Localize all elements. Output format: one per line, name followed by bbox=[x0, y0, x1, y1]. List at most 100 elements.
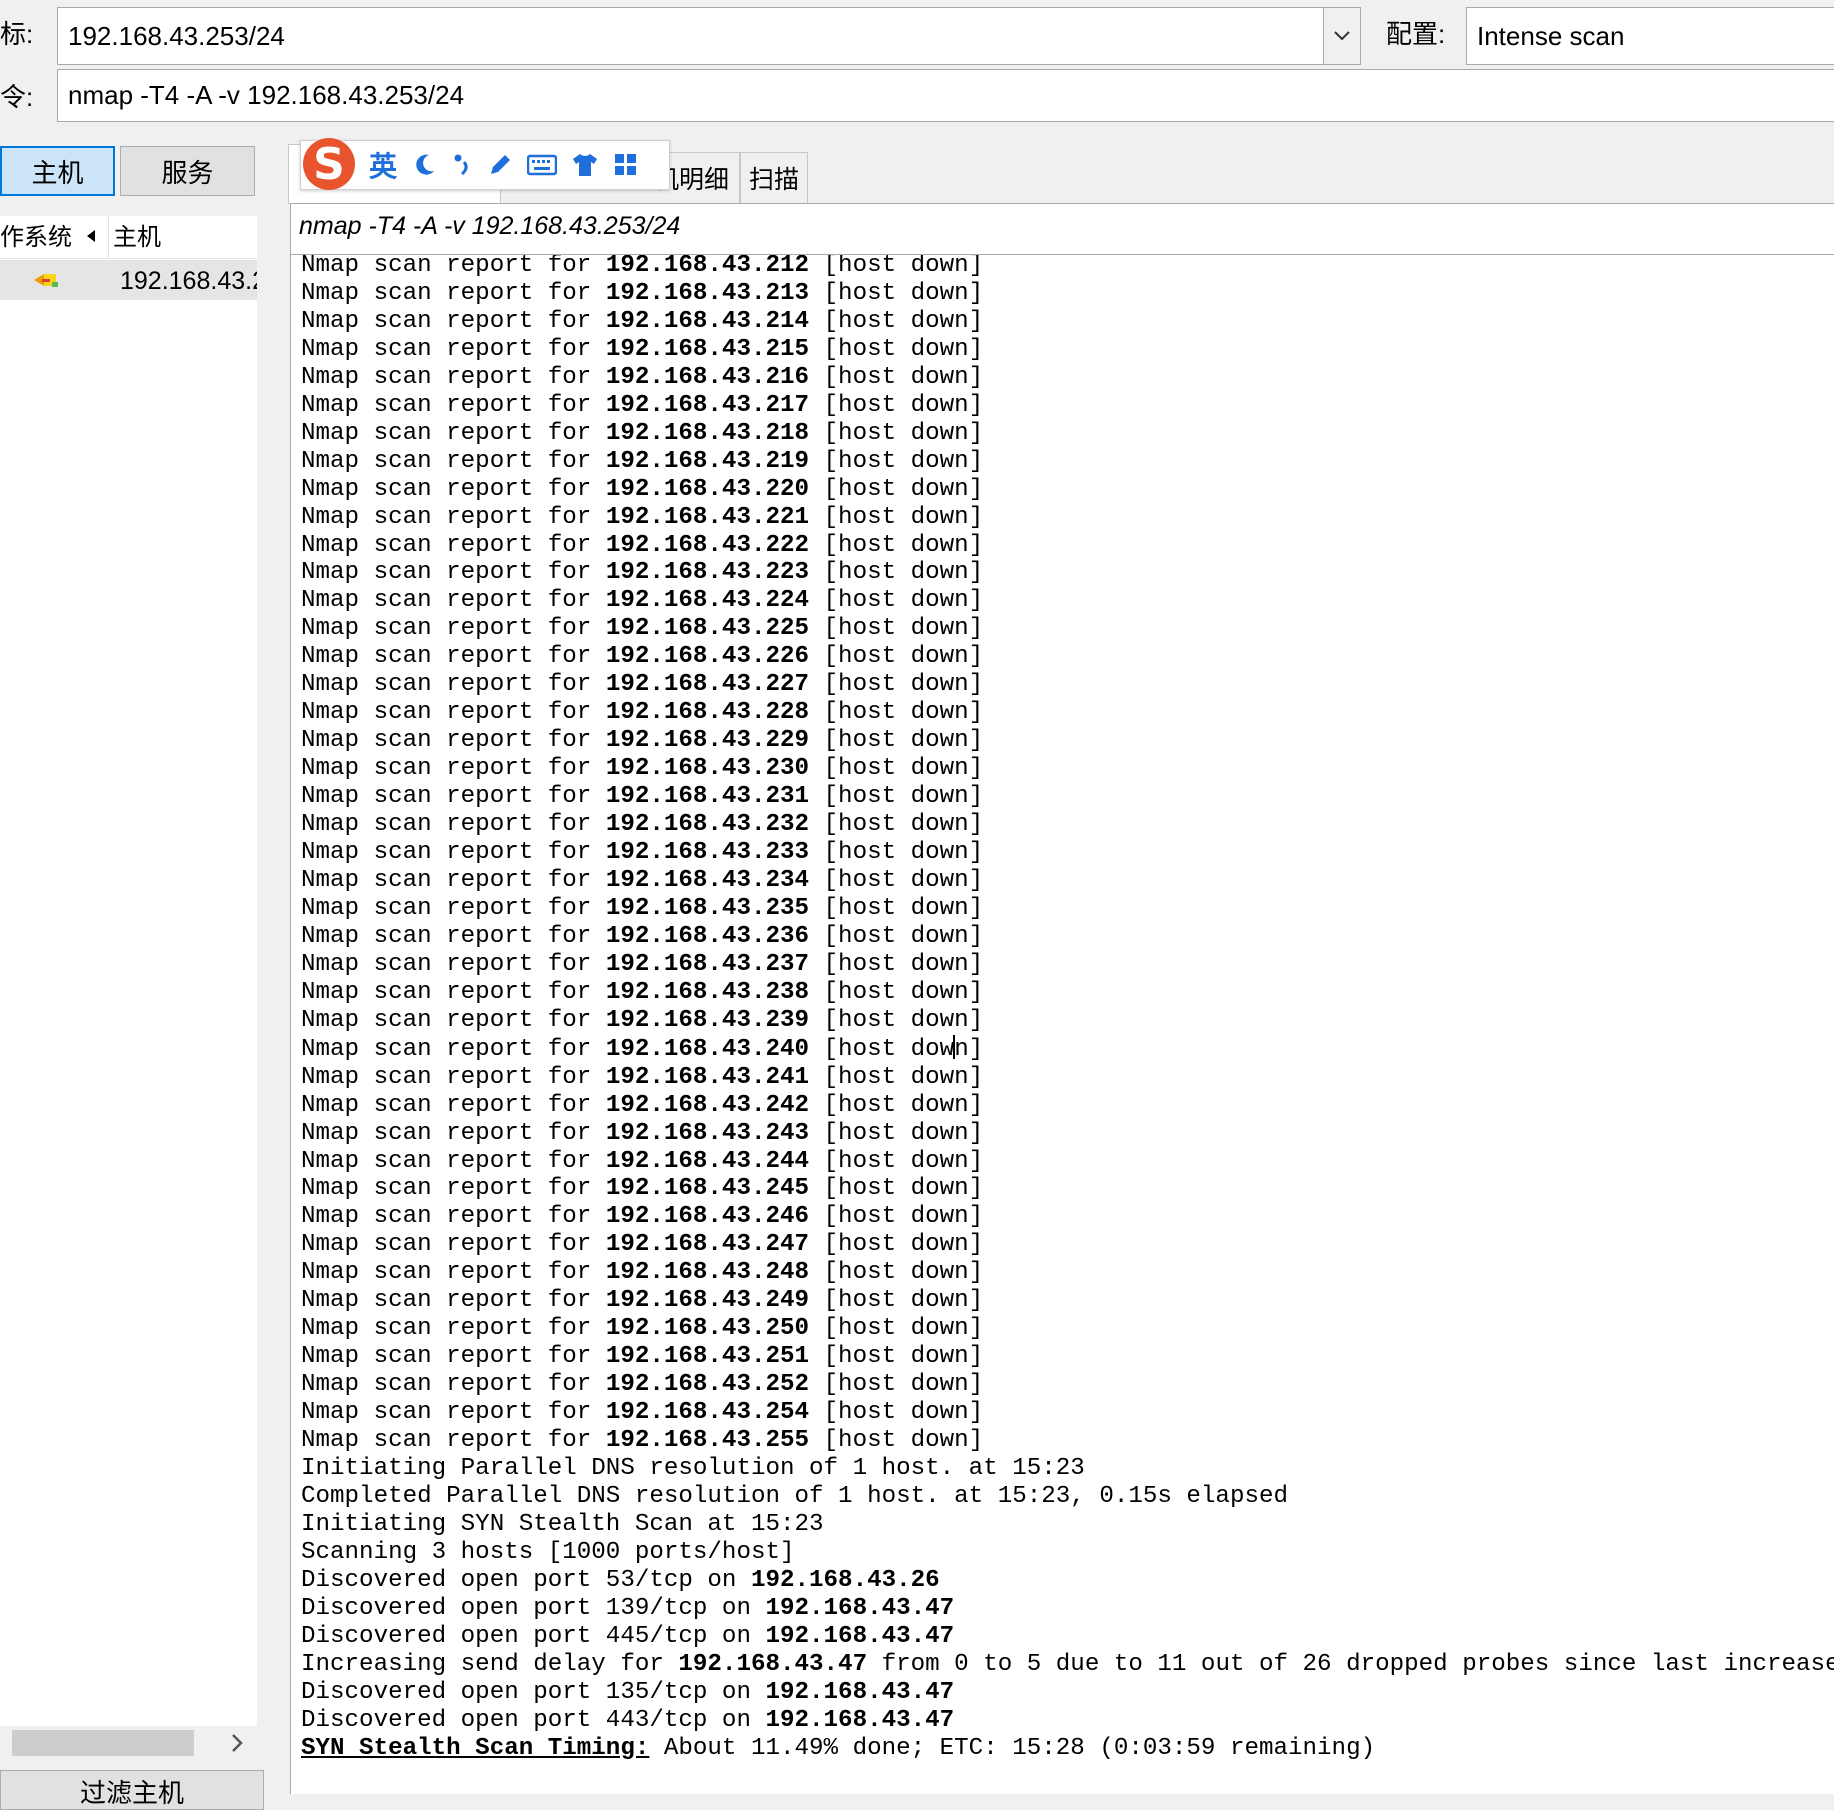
command-input[interactable]: nmap -T4 -A -v 192.168.43.253/24 bbox=[57, 69, 1834, 122]
output-line: Nmap scan report for 192.168.43.234 [hos… bbox=[301, 867, 1834, 895]
column-header-host[interactable]: 主机 bbox=[113, 220, 161, 256]
output-command-value: nmap -T4 -A -v 192.168.43.253/24 bbox=[299, 212, 681, 240]
output-line: Nmap scan report for 192.168.43.232 [hos… bbox=[301, 811, 1834, 839]
output-line-ip: 192.168.43.246 bbox=[605, 1203, 810, 1231]
output-line-ip: 192.168.43.214 bbox=[605, 307, 810, 335]
output-line: Nmap scan report for 192.168.43.243 [hos… bbox=[301, 1120, 1834, 1148]
output-line: Nmap scan report for 192.168.43.225 [hos… bbox=[301, 615, 1834, 643]
output-line: Nmap scan report for 192.168.43.249 [hos… bbox=[301, 1287, 1834, 1315]
output-line-ip: 192.168.43.219 bbox=[605, 447, 810, 475]
output-line-text: Nmap scan report for bbox=[301, 1399, 606, 1427]
scrollbar-thumb[interactable] bbox=[12, 1730, 194, 1756]
host-row[interactable]: 192.168.43.2 bbox=[0, 260, 257, 300]
output-line: Nmap scan report for 192.168.43.218 [hos… bbox=[301, 420, 1834, 448]
output-line: Nmap scan report for 192.168.43.240 [hos… bbox=[301, 1034, 1834, 1064]
text-cursor bbox=[953, 1034, 956, 1059]
output-line-text: Nmap scan report for bbox=[301, 1119, 606, 1147]
output-line-ip: 192.168.43.249 bbox=[605, 1287, 810, 1315]
output-line-ip: 192.168.43.254 bbox=[605, 1399, 810, 1427]
output-line-ip: 192.168.43.225 bbox=[605, 615, 810, 643]
output-line-text: Increasing send delay for bbox=[301, 1650, 679, 1678]
output-line-text: [host down] bbox=[809, 615, 984, 643]
output-line-text: Nmap scan report for bbox=[301, 419, 606, 447]
output-line: Nmap scan report for 192.168.43.254 [hos… bbox=[301, 1399, 1834, 1427]
output-line: Initiating SYN Stealth Scan at 15:23 bbox=[301, 1511, 1834, 1539]
output-line-ip: 192.168.43.240 bbox=[605, 1035, 810, 1063]
column-header-os[interactable]: 作系统 bbox=[0, 220, 72, 256]
sort-arrow-left-icon bbox=[86, 229, 96, 248]
services-button[interactable]: 服务 bbox=[120, 146, 255, 196]
output-line-ip: 192.168.43.243 bbox=[605, 1119, 810, 1147]
output-line: Nmap scan report for 192.168.43.246 [hos… bbox=[301, 1203, 1834, 1231]
output-line-ip: 192.168.43.223 bbox=[605, 559, 810, 587]
host-list-scrollbar[interactable] bbox=[0, 1726, 257, 1760]
output-line-ip: 192.168.43.26 bbox=[750, 1566, 940, 1594]
output-line-ip: 192.168.43.217 bbox=[605, 391, 810, 419]
scroll-right-icon[interactable] bbox=[230, 1732, 244, 1759]
output-line-text: Discovered open port 139/tcp on bbox=[301, 1594, 766, 1622]
output-line-text: [host down] bbox=[809, 307, 984, 335]
output-line: Nmap scan report for 192.168.43.247 [hos… bbox=[301, 1231, 1834, 1259]
output-line-ip: 192.168.43.228 bbox=[605, 699, 810, 727]
output-line-text: Nmap scan report for bbox=[301, 447, 606, 475]
output-line-text: Nmap scan report for bbox=[301, 699, 606, 727]
target-input[interactable]: 192.168.43.253/24 bbox=[57, 7, 1361, 65]
column-divider[interactable] bbox=[108, 216, 109, 258]
output-line-text: Nmap scan report for bbox=[301, 727, 606, 755]
output-line-text: [host down] bbox=[809, 335, 984, 363]
pen-icon[interactable] bbox=[487, 152, 513, 178]
output-line-text: from 0 to 5 due to 11 out of 26 dropped … bbox=[867, 1650, 1834, 1678]
output-line-text: Nmap scan report for bbox=[301, 1371, 606, 1399]
output-line-text: Nmap scan report for bbox=[301, 671, 606, 699]
output-line-text: Nmap scan report for bbox=[301, 335, 606, 363]
output-line: Nmap scan report for 192.168.43.252 [hos… bbox=[301, 1371, 1834, 1399]
output-line-ip: 192.168.43.213 bbox=[605, 279, 810, 307]
moon-icon[interactable] bbox=[411, 152, 437, 178]
output-line-ip: 192.168.43.237 bbox=[605, 950, 810, 978]
output-line-ip: 192.168.43.47 bbox=[765, 1594, 955, 1622]
output-line-text: Nmap scan report for bbox=[301, 839, 606, 867]
tab-scan[interactable]: 扫描 bbox=[740, 152, 808, 203]
output-line-text: Discovered open port 445/tcp on bbox=[301, 1622, 766, 1650]
output-line: Nmap scan report for 192.168.43.217 [hos… bbox=[301, 392, 1834, 420]
keyboard-icon[interactable] bbox=[527, 153, 558, 177]
output-line-ip: 192.168.43.222 bbox=[605, 531, 810, 559]
output-line-ip: 192.168.43.227 bbox=[605, 671, 810, 699]
output-line-text: [host down] bbox=[809, 1427, 984, 1455]
output-command-select[interactable]: nmap -T4 -A -v 192.168.43.253/24 bbox=[290, 203, 1834, 255]
output-line-text: Nmap scan report for bbox=[301, 307, 606, 335]
punctuation-icon[interactable] bbox=[451, 152, 473, 178]
output-line-ip: 192.168.43.247 bbox=[605, 1231, 810, 1259]
output-line-ip: 192.168.43.47 bbox=[765, 1678, 955, 1706]
output-line-text: [host down] bbox=[809, 699, 984, 727]
output-line-text: [host down] bbox=[809, 503, 984, 531]
filter-hosts-button[interactable]: 过滤主机 bbox=[0, 1770, 264, 1810]
toolbox-grid-icon[interactable] bbox=[613, 152, 639, 178]
nmap-output-area[interactable]: Nmap scan report for 192.168.43.212 [hos… bbox=[290, 255, 1834, 1794]
target-value: 192.168.43.253/24 bbox=[68, 21, 285, 51]
ime-toolbar[interactable]: S 英 bbox=[300, 138, 670, 190]
output-line: Scanning 3 hosts [1000 ports/host] bbox=[301, 1539, 1834, 1567]
output-line: Nmap scan report for 192.168.43.237 [hos… bbox=[301, 951, 1834, 979]
output-line-text: About 11.49% done; ETC: 15:28 (0:03:59 r… bbox=[649, 1734, 1376, 1762]
output-line: Nmap scan report for 192.168.43.239 [hos… bbox=[301, 1007, 1834, 1035]
output-line-text: [host down] bbox=[809, 894, 984, 922]
hosts-button[interactable]: 主机 bbox=[0, 146, 115, 196]
skin-shirt-icon[interactable] bbox=[571, 152, 599, 178]
ime-mode-label[interactable]: 英 bbox=[369, 145, 397, 185]
output-line: Nmap scan report for 192.168.43.214 [hos… bbox=[301, 308, 1834, 336]
sogou-logo[interactable]: S bbox=[303, 138, 355, 190]
target-dropdown-button[interactable] bbox=[1323, 8, 1360, 64]
output-line: Nmap scan report for 192.168.43.212 [hos… bbox=[301, 255, 1834, 280]
output-line-text: Nmap scan report for bbox=[301, 1203, 606, 1231]
output-line-text: [host down] bbox=[809, 727, 984, 755]
profile-select[interactable]: Intense scan bbox=[1466, 7, 1834, 65]
output-line-text: [host down] bbox=[809, 783, 984, 811]
output-line-text: Nmap scan report for bbox=[301, 559, 606, 587]
output-line-ip: 192.168.43.224 bbox=[605, 587, 810, 615]
output-line-text: [host down] bbox=[809, 1175, 984, 1203]
output-line: Nmap scan report for 192.168.43.227 [hos… bbox=[301, 671, 1834, 699]
output-line-link[interactable]: SYN Stealth Scan Timing: bbox=[301, 1735, 649, 1762]
output-line-ip: 192.168.43.248 bbox=[605, 1259, 810, 1287]
output-line-ip: 192.168.43.245 bbox=[605, 1175, 810, 1203]
